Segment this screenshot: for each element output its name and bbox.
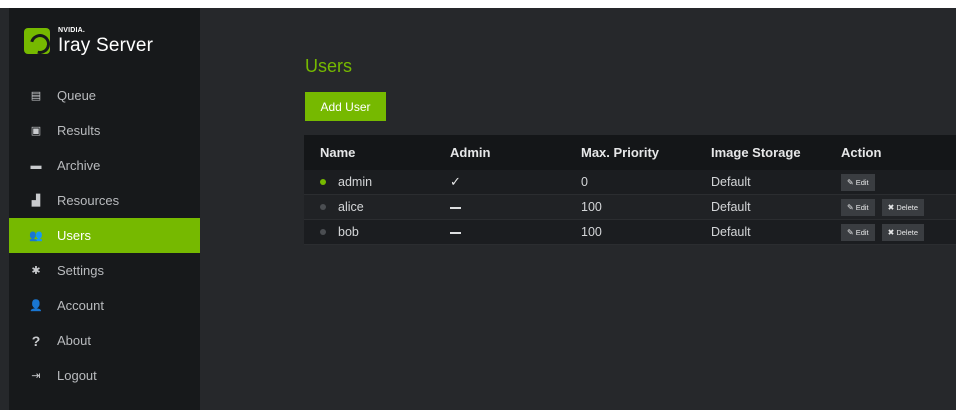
table-header: Name Admin Max. Priority Image Storage A…	[304, 135, 956, 170]
brand-company: NVIDIA.	[58, 27, 86, 34]
sidebar-item-archive[interactable]: ▬ Archive	[9, 148, 200, 183]
users-icon: 👥	[29, 230, 43, 242]
document-icon: ▤	[30, 90, 42, 102]
sidebar-item-label: Archive	[57, 158, 101, 173]
logout-icon: ⇥	[31, 370, 41, 382]
edit-button[interactable]: ✎ Edit	[841, 223, 875, 241]
sidebar-item-users[interactable]: 👥 Users	[9, 218, 200, 253]
page-title: Users	[305, 56, 353, 76]
sidebar-item-label: Account	[57, 298, 104, 313]
delete-button[interactable]: ✖ Delete	[881, 198, 925, 216]
archive-icon: ▬	[30, 159, 42, 172]
user-icon: 👤	[29, 300, 43, 312]
table-row: alice 100 Default ✎ Edit ✖ Delete	[304, 195, 956, 220]
table-row: bob 100 Default ✎ Edit ✖ Delete	[304, 220, 956, 245]
sidebar: NVIDIA. Iray Server ▤ Queue ▣ Results ▬ …	[9, 8, 200, 410]
sidebar-item-label: Settings	[57, 263, 104, 278]
sidebar-item-label: Resources	[57, 193, 120, 208]
users-table: Name Admin Max. Priority Image Storage A…	[304, 135, 956, 245]
user-priority: 0	[581, 175, 588, 189]
user-storage: Default	[711, 200, 751, 214]
sidebar-item-settings[interactable]: ✱ Settings	[9, 253, 200, 288]
sidebar-item-label: Logout	[57, 368, 97, 383]
nvidia-logo-icon	[24, 28, 50, 54]
offline-status-dot	[320, 204, 326, 210]
brand-product: Iray Server	[58, 35, 154, 56]
gear-icon: ✱	[31, 265, 41, 277]
online-status-dot	[320, 179, 326, 185]
main-content: Users Add User Name Admin Max. Priority …	[200, 8, 956, 410]
image-icon: ▣	[30, 125, 42, 137]
column-header-priority[interactable]: Max. Priority	[565, 145, 695, 160]
question-icon: ?	[31, 332, 41, 349]
add-user-button[interactable]: Add User	[305, 92, 386, 121]
sidebar-item-label: Users	[57, 228, 91, 243]
user-priority: 100	[581, 200, 602, 214]
not-admin-dash-icon	[450, 231, 461, 234]
bar-chart-icon: ▟	[31, 195, 41, 207]
sidebar-nav: ▤ Queue ▣ Results ▬ Archive ▟ Resources …	[9, 78, 200, 393]
delete-button[interactable]: ✖ Delete	[881, 223, 925, 241]
close-icon: ✖	[887, 227, 895, 237]
sidebar-item-label: Results	[57, 123, 101, 138]
pencil-icon: ✎	[847, 227, 854, 237]
sidebar-item-resources[interactable]: ▟ Resources	[9, 183, 200, 218]
user-name: alice	[338, 200, 364, 214]
brand-logo[interactable]: NVIDIA. Iray Server	[24, 23, 153, 59]
user-storage: Default	[711, 225, 751, 239]
offline-status-dot	[320, 229, 326, 235]
sidebar-item-queue[interactable]: ▤ Queue	[9, 78, 200, 113]
admin-check-icon: ✓	[450, 174, 461, 189]
sidebar-item-results[interactable]: ▣ Results	[9, 113, 200, 148]
user-storage: Default	[711, 175, 751, 189]
edit-button[interactable]: ✎ Edit	[841, 198, 875, 216]
sidebar-item-label: Queue	[57, 88, 97, 103]
edit-button[interactable]: ✎ Edit	[841, 173, 875, 191]
sidebar-item-about[interactable]: ? About	[9, 323, 200, 358]
column-header-action: Action	[841, 145, 882, 160]
column-header-name[interactable]: Name	[304, 145, 434, 160]
sidebar-item-logout[interactable]: ⇥ Logout	[9, 358, 200, 393]
sidebar-item-account[interactable]: 👤 Account	[9, 288, 200, 323]
user-name: bob	[338, 225, 359, 239]
column-header-storage[interactable]: Image Storage	[695, 145, 825, 160]
close-icon: ✖	[887, 202, 895, 212]
not-admin-dash-icon	[450, 206, 461, 209]
user-name: admin	[338, 175, 373, 189]
pencil-icon: ✎	[847, 202, 854, 212]
user-priority: 100	[581, 225, 602, 239]
column-header-admin[interactable]: Admin	[434, 145, 565, 160]
sidebar-item-label: About	[57, 333, 91, 348]
pencil-icon: ✎	[847, 177, 854, 187]
table-row: admin ✓ 0 Default ✎ Edit	[304, 170, 956, 195]
